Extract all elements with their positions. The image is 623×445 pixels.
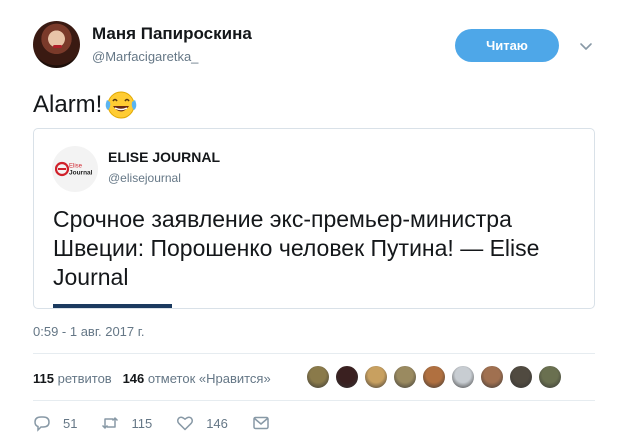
reply-count: 51: [63, 415, 78, 431]
liker-avatar[interactable]: [538, 365, 562, 389]
liker-avatar[interactable]: [335, 365, 359, 389]
envelope-icon: [253, 416, 269, 430]
face-with-tears-of-joy-icon: [106, 91, 137, 119]
liker-avatar[interactable]: [393, 365, 417, 389]
card-title[interactable]: Срочное заявление экс-премьер-министра Ш…: [53, 205, 583, 292]
liker-avatar[interactable]: [364, 365, 388, 389]
card-logo: Elise Journal: [52, 146, 98, 192]
retweet-button[interactable]: 115: [101, 414, 152, 432]
liker-avatar[interactable]: [509, 365, 533, 389]
liker-avatar[interactable]: [422, 365, 446, 389]
liker-avatar[interactable]: [451, 365, 475, 389]
liker-avatar[interactable]: [480, 365, 504, 389]
tweet-actions: 51 115 146: [33, 414, 306, 432]
heart-icon: [177, 416, 194, 431]
likes-count[interactable]: 146: [123, 371, 145, 386]
tweet-text-content: Alarm!: [33, 91, 103, 118]
logo-text-bottom: Journal: [69, 170, 93, 177]
like-count: 146: [206, 415, 228, 431]
retweets-count[interactable]: 115: [33, 371, 54, 386]
tweet-stats: 115 ретвитов 146 отметок «Нравится»: [33, 371, 271, 386]
retweet-icon: [102, 417, 119, 429]
card-site-name: ELISE JOURNAL: [108, 149, 221, 165]
author-handle[interactable]: @Marfacigaretka_: [92, 49, 198, 64]
retweet-count: 115: [131, 415, 153, 431]
reply-button[interactable]: 51: [33, 414, 77, 432]
follow-button[interactable]: Читаю: [455, 29, 559, 62]
chevron-down-icon[interactable]: [578, 38, 594, 54]
likes-label[interactable]: отметок «Нравится»: [148, 371, 271, 386]
link-card[interactable]: Elise Journal ELISE JOURNAL @elisejourna…: [33, 128, 595, 309]
retweets-label[interactable]: ретвитов: [58, 371, 112, 386]
card-image-strip: [53, 304, 172, 308]
tweet-text: Alarm!: [33, 90, 138, 120]
divider-bottom: [33, 400, 595, 401]
card-site-handle: @elisejournal: [108, 171, 181, 185]
message-button[interactable]: [252, 414, 282, 432]
tweet-timestamp[interactable]: 0:59 - 1 авг. 2017 г.: [33, 324, 145, 339]
author-display-name[interactable]: Маня Папироскина: [92, 24, 252, 44]
liker-avatar[interactable]: [306, 365, 330, 389]
reply-icon: [34, 416, 50, 432]
tweet-avatar[interactable]: [33, 21, 80, 68]
elise-journal-logo-icon: Elise Journal: [55, 161, 93, 177]
like-button[interactable]: 146: [176, 414, 228, 432]
liker-avatars: [306, 365, 567, 389]
divider-top: [33, 353, 595, 354]
